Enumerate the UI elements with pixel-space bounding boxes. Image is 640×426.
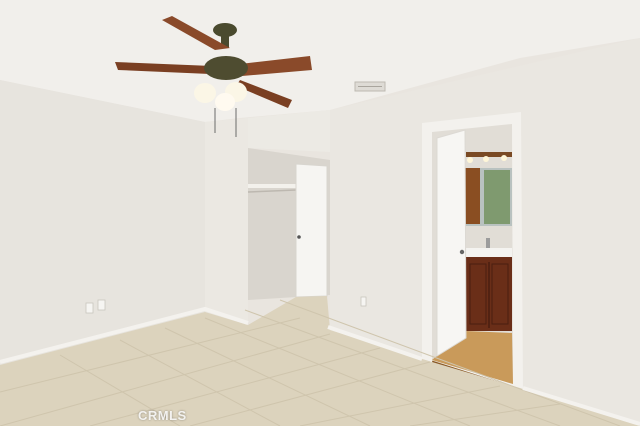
fan-motor-housing — [204, 56, 248, 80]
fan-light-globe — [194, 83, 216, 103]
closet-header-wall — [248, 110, 330, 152]
closet-shelf — [248, 184, 296, 188]
vanity-bulb — [501, 155, 507, 161]
bedroom-photo: CRMLS — [0, 0, 640, 426]
watermark: CRMLS — [138, 408, 187, 423]
mirror-wood-frame — [465, 168, 480, 224]
vanity-bulb — [483, 156, 489, 162]
wall-outlet — [360, 296, 367, 307]
faucet — [486, 238, 490, 248]
room-illustration — [0, 0, 640, 426]
vanity-bulb — [467, 157, 473, 163]
closet-pillar — [205, 118, 248, 325]
bathroom-counter — [463, 248, 512, 257]
closet-door — [295, 163, 328, 298]
wall-outlet — [97, 299, 106, 311]
fan-light-globe — [215, 93, 235, 111]
closet-door-knob — [297, 235, 301, 239]
wall-outlet — [85, 302, 94, 314]
bathroom-door-knob — [459, 249, 465, 255]
fan-canopy — [213, 23, 237, 37]
bathroom-window — [484, 170, 510, 224]
bathroom-door — [436, 129, 467, 357]
